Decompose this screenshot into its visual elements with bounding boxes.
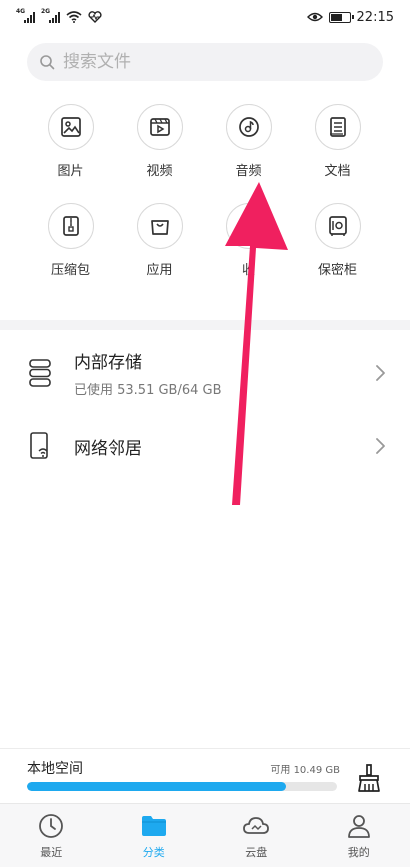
status-bar: 4G 2G 22:15 — [0, 0, 410, 34]
app-bag-icon — [136, 203, 183, 249]
category-apps[interactable]: 应用 — [115, 203, 204, 278]
nav-label: 云盘 — [245, 846, 268, 859]
local-space-label: 本地空间 — [27, 761, 83, 777]
nav-mine[interactable]: 我的 — [308, 804, 410, 867]
status-right: 22:15 — [306, 9, 394, 25]
local-space-available: 可用 10.49 GB — [270, 765, 340, 776]
category-label: 文档 — [324, 164, 351, 179]
status-left: 4G 2G — [16, 8, 102, 23]
nav-categories[interactable]: 分类 — [103, 804, 206, 867]
network-neighbors-title: 网络邻居 — [74, 438, 142, 459]
nav-recent[interactable]: 最近 — [0, 804, 103, 867]
search-bar[interactable] — [27, 43, 383, 81]
bottom-nav: 最近 分类 云盘 我的 — [0, 803, 410, 867]
search-icon — [40, 55, 55, 70]
favorites-icon — [225, 203, 272, 249]
clock-time: 22:15 — [356, 9, 394, 25]
section-divider — [0, 320, 410, 330]
internal-storage-title: 内部存储 — [74, 353, 142, 373]
category-label: 视频 — [146, 164, 173, 179]
signal-icon: 2G — [41, 8, 60, 23]
internal-storage-row[interactable]: 内部存储 已使用 53.51 GB/64 GB — [0, 345, 410, 401]
storage-progress-bar — [27, 782, 337, 791]
video-icon — [136, 104, 183, 150]
person-icon — [347, 815, 370, 838]
wifi-icon — [66, 11, 82, 23]
category-label: 收 — [241, 263, 255, 278]
chevron-right-icon — [376, 438, 385, 454]
zip-icon — [47, 203, 94, 249]
nav-label: 最近 — [40, 846, 63, 859]
audio-icon — [225, 104, 272, 150]
category-documents[interactable]: 文档 — [293, 104, 382, 179]
signal-icon: 4G — [16, 8, 35, 23]
category-label: 图片 — [57, 164, 84, 179]
category-grid: 图片 视频 音频 文档 压缩包 应用 收 保密柜 — [26, 104, 386, 278]
category-label: 应用 — [146, 263, 173, 278]
category-label: 音频 — [235, 164, 262, 179]
broom-icon[interactable] — [356, 763, 382, 793]
signal-gen-label: 2G — [41, 8, 51, 15]
nav-label: 我的 — [347, 846, 370, 859]
nav-label: 分类 — [142, 846, 165, 859]
category-favorites[interactable]: 收 — [204, 203, 293, 278]
image-icon — [47, 104, 94, 150]
chevron-right-icon — [376, 365, 385, 381]
document-icon — [314, 104, 361, 150]
safe-icon — [314, 203, 361, 249]
category-safe[interactable]: 保密柜 — [293, 203, 382, 278]
cloud-icon — [243, 817, 270, 834]
storage-icon — [28, 357, 52, 389]
category-videos[interactable]: 视频 — [115, 104, 204, 179]
nav-cloud[interactable]: 云盘 — [205, 804, 308, 867]
signal-gen-label: 4G — [16, 8, 26, 15]
eye-icon — [306, 12, 323, 22]
network-phone-icon — [28, 430, 52, 462]
category-archives[interactable]: 压缩包 — [26, 203, 115, 278]
storage-progress-fill — [27, 782, 287, 791]
category-audio[interactable]: 音频 — [204, 104, 293, 179]
battery-icon — [328, 11, 354, 23]
heartbeat-icon — [88, 11, 102, 23]
network-neighbors-row[interactable]: 网络邻居 — [0, 423, 410, 469]
folder-icon — [141, 816, 166, 836]
category-label: 压缩包 — [50, 263, 90, 278]
clock-icon — [39, 814, 64, 838]
search-input[interactable] — [63, 52, 343, 72]
local-space-panel: 本地空间 可用 10.49 GB — [0, 748, 410, 803]
internal-storage-usage: 已使用 53.51 GB/64 GB — [74, 383, 222, 398]
category-label: 保密柜 — [317, 263, 357, 278]
category-images[interactable]: 图片 — [26, 104, 115, 179]
